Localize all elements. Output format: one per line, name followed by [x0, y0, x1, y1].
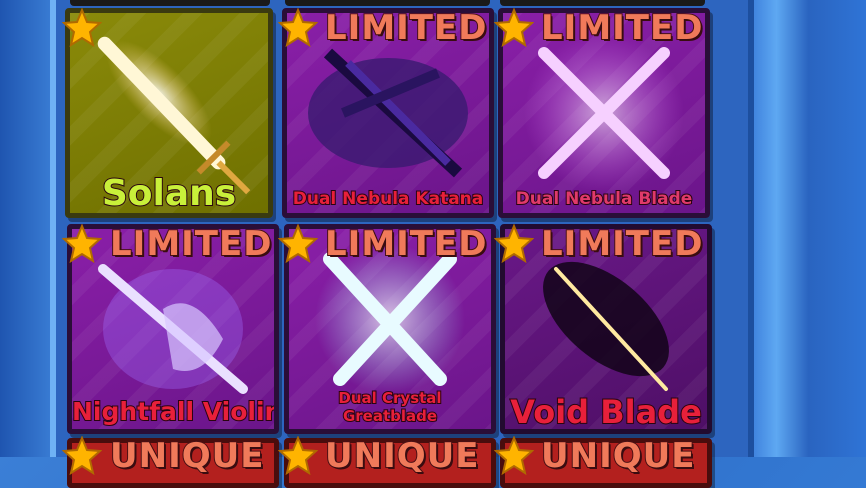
star-icon — [494, 8, 534, 48]
star-icon — [278, 224, 318, 264]
limited-tag: LIMITED — [324, 223, 488, 265]
limited-tag: LIMITED — [109, 223, 273, 265]
limited-tag: LIMITED — [540, 223, 704, 265]
star-icon — [278, 436, 318, 476]
unique-tag: UNIQUE — [109, 435, 265, 477]
previous-row-edge — [285, 0, 490, 6]
item-name: Solans — [101, 172, 237, 214]
item-name: Dual Crystal Greatblade — [337, 388, 442, 426]
star-icon — [62, 436, 102, 476]
star-icon — [494, 224, 534, 264]
star-icon — [494, 436, 534, 476]
previous-row-edge — [500, 0, 705, 6]
star-icon — [62, 224, 102, 264]
item-name: Nightfall Violin — [72, 396, 279, 427]
unique-tag: UNIQUE — [540, 435, 696, 477]
star-icon — [62, 8, 102, 48]
limited-tag: LIMITED — [324, 7, 488, 49]
item-name: Dual Nebula Blade — [515, 188, 694, 210]
item-name: Dual Nebula Katana — [292, 188, 485, 210]
unique-tag: UNIQUE — [324, 435, 480, 477]
star-icon — [278, 8, 318, 48]
limited-tag: LIMITED — [540, 7, 704, 49]
previous-row-edge — [70, 0, 270, 6]
item-name: Void Blade — [509, 392, 703, 431]
right-scroll-frame[interactable] — [738, 0, 866, 457]
